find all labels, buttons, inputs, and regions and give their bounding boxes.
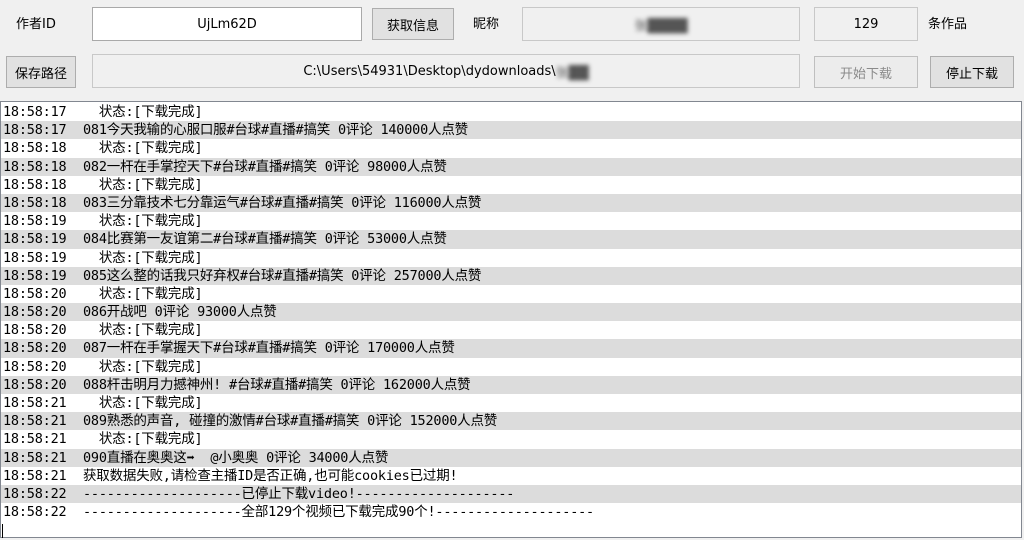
log-time: 18:58:21 xyxy=(3,431,67,448)
log-message: 081今天我输的心服口服#台球#直播#搞笑 0评论 140000人点赞 xyxy=(83,122,468,139)
log-row[interactable]: 18:58:20 086开战吧 0评论 93000人点赞 xyxy=(1,303,1021,322)
start-download-button[interactable]: 开始下载 xyxy=(814,56,918,88)
log-row[interactable]: 18:58:21 状态:[下载完成] xyxy=(1,430,1021,448)
author-id-label: 作者ID xyxy=(16,17,56,32)
log-message: 状态:[下载完成] xyxy=(83,176,203,193)
log-message: 087一杆在手掌握天下#台球#直播#搞笑 0评论 170000人点赞 xyxy=(83,340,455,357)
log-time: 18:58:18 xyxy=(3,158,67,175)
log-message: --------------------全部129个视频已下载完成90个!---… xyxy=(83,504,594,521)
log-time: 18:58:17 xyxy=(3,104,67,120)
log-time: 18:58:21 xyxy=(3,449,67,466)
log-time: 18:58:19 xyxy=(3,249,67,266)
log-time: 18:58:19 xyxy=(3,267,67,284)
log-message: 090直播在奥奥这➡ @小奥奥 0评论 34000人点赞 xyxy=(83,449,389,466)
log-time: 18:58:18 xyxy=(3,194,67,211)
author-id-input[interactable]: UjLm62D xyxy=(92,7,362,41)
log-time: 18:58:18 xyxy=(3,176,67,193)
log-message: 状态:[下载完成] xyxy=(83,322,203,339)
log-time: 18:58:22 xyxy=(3,504,67,521)
log-row[interactable]: 18:58:19 状态:[下载完成] xyxy=(1,249,1021,267)
log-row[interactable]: 18:58:21 089熟悉的声音, 碰撞的激情#台球#直播#搞笑 0评论 152… xyxy=(1,412,1021,431)
log-time: 18:58:21 xyxy=(3,413,67,430)
nickname-value: 张████ xyxy=(634,18,688,34)
log-row[interactable]: 18:58:21 090直播在奥奥这➡ @小奥奥 0评论 34000人点赞 xyxy=(1,448,1021,467)
log-row[interactable]: 18:58:20 088杆击明月力撼神州! #台球#直播#搞笑 0评论 16200… xyxy=(1,375,1021,394)
log-row[interactable]: 18:58:18 状态:[下载完成] xyxy=(1,176,1021,194)
log-row[interactable]: 18:58:22 --------------------全部129个视频已下载完… xyxy=(1,503,1021,521)
save-path-blurred: 张██ xyxy=(555,65,589,81)
log-row[interactable]: 18:58:17 状态:[下载完成] xyxy=(1,103,1021,121)
save-path-value: C:\Users\54931\Desktop\dydownloads\ xyxy=(303,63,556,79)
log-row[interactable]: 18:58:18 083三分靠技术七分靠运气#台球#直播#搞笑 0评论 11600… xyxy=(1,193,1021,213)
log-time: 18:58:19 xyxy=(3,213,67,230)
log-message: 状态:[下载完成] xyxy=(83,285,203,302)
save-path-button[interactable]: 保存路径 xyxy=(6,56,76,88)
log-message: 085这么整的话我只好弃权#台球#直播#搞笑 0评论 257000人点赞 xyxy=(83,267,482,284)
log-row[interactable]: 18:58:19 状态:[下载完成] xyxy=(1,212,1021,230)
log-message: 084比赛第一友谊第二#台球#直播#搞笑 0评论 53000人点赞 xyxy=(83,231,447,248)
log-message: 状态:[下载完成] xyxy=(83,249,203,266)
log-message: 089熟悉的声音, 碰撞的激情#台球#直播#搞笑 0评论 152000人点赞 xyxy=(83,413,498,430)
log-time: 18:58:22 xyxy=(3,485,67,502)
log-message: 状态:[下载完成] xyxy=(83,431,203,448)
log-message: 088杆击明月力撼神州! #台球#直播#搞笑 0评论 162000人点赞 xyxy=(83,376,471,393)
log-message: 086开战吧 0评论 93000人点赞 xyxy=(83,304,277,321)
text-caret xyxy=(2,524,3,538)
stop-download-button[interactable]: 停止下载 xyxy=(930,56,1014,88)
log-row[interactable]: 18:58:17 081今天我输的心服口服#台球#直播#搞笑 0评论 140000… xyxy=(1,121,1021,140)
log-time: 18:58:21 xyxy=(3,395,67,411)
works-count-suffix: 条作品 xyxy=(928,17,968,32)
log-time: 18:58:20 xyxy=(3,322,67,339)
log-row[interactable]: 18:58:19 084比赛第一友谊第二#台球#直播#搞笑 0评论 53000人点… xyxy=(1,230,1021,249)
log-message: --------------------已停止下载video!---------… xyxy=(83,485,515,502)
fetch-info-button[interactable]: 获取信息 xyxy=(372,8,454,40)
log-message: 状态:[下载完成] xyxy=(83,104,203,120)
log-row[interactable]: 18:58:20 状态:[下载完成] xyxy=(1,358,1021,376)
log-time: 18:58:21 xyxy=(3,467,67,484)
log-row[interactable]: 18:58:19 085这么整的话我只好弃权#台球#直播#搞笑 0评论 25700… xyxy=(1,266,1021,285)
log-message: 083三分靠技术七分靠运气#台球#直播#搞笑 0评论 116000人点赞 xyxy=(83,194,482,211)
log-row[interactable]: 18:58:21 获取数据失败,请检查主播ID是否正确,也可能cookies已过期… xyxy=(1,467,1021,485)
log-time: 18:58:20 xyxy=(3,304,67,321)
nickname-label: 昵称 xyxy=(473,17,500,32)
works-count-field: 129 xyxy=(814,7,918,41)
save-path-field: C:\Users\54931\Desktop\dydownloads\ 张██ xyxy=(92,54,800,88)
log-row[interactable]: 18:58:21 状态:[下载完成] xyxy=(1,394,1021,412)
log-row[interactable]: 18:58:22 --------------------已停止下载video!-… xyxy=(1,484,1021,504)
log-time: 18:58:20 xyxy=(3,376,67,393)
log-row[interactable]: 18:58:20 087一杆在手掌握天下#台球#直播#搞笑 0评论 170000人… xyxy=(1,339,1021,358)
log-row[interactable]: 18:58:20 状态:[下载完成] xyxy=(1,285,1021,303)
log-time: 18:58:20 xyxy=(3,340,67,357)
log-listbox[interactable]: 18:58:17 状态:[下载完成] 18:58:17 081今天我输的心服口服#台… xyxy=(0,101,1022,538)
log-row[interactable]: 18:58:18 082一杆在手掌控天下#台球#直播#搞笑 0评论 98000人点… xyxy=(1,157,1021,176)
log-message: 获取数据失败,请检查主播ID是否正确,也可能cookies已过期! xyxy=(83,467,458,484)
log-row[interactable]: 18:58:18 状态:[下载完成] xyxy=(1,139,1021,157)
log-message: 082一杆在手掌控天下#台球#直播#搞笑 0评论 98000人点赞 xyxy=(83,158,447,175)
log-message: 状态:[下载完成] xyxy=(83,358,203,375)
log-message: 状态:[下载完成] xyxy=(83,213,203,230)
log-message: 状态:[下载完成] xyxy=(83,395,203,411)
log-time: 18:58:17 xyxy=(3,122,67,139)
log-message: 状态:[下载完成] xyxy=(83,140,203,157)
nickname-field: 张████ xyxy=(522,7,800,41)
log-time: 18:58:19 xyxy=(3,231,67,248)
log-time: 18:58:20 xyxy=(3,358,67,375)
log-time: 18:58:18 xyxy=(3,140,67,157)
log-time: 18:58:20 xyxy=(3,285,67,302)
log-row[interactable]: 18:58:20 状态:[下载完成] xyxy=(1,321,1021,339)
